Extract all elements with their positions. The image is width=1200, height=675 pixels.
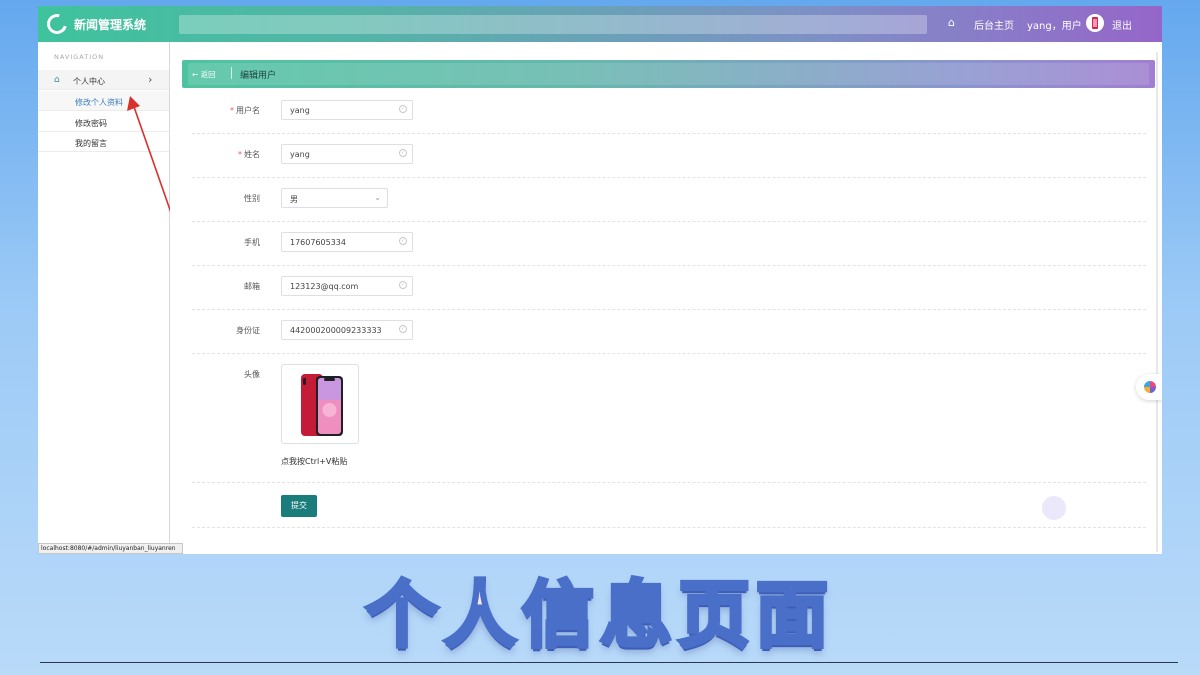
username-label: * 用户名 bbox=[230, 106, 260, 115]
header-search-bar[interactable] bbox=[179, 15, 927, 34]
phone-image-icon bbox=[301, 374, 343, 436]
app-window: 新闻管理系统 ⌂ 后台主页 yang，用户 退出 NAVIGATION ⌂ 个人… bbox=[38, 6, 1162, 554]
id-card-input[interactable]: 442000200009233333 ✓ bbox=[281, 320, 413, 340]
sidebar-group-personal-center[interactable]: ⌂ 个人中心 › bbox=[38, 70, 169, 90]
form-row-gender: 性别 男 ⌄ bbox=[192, 178, 1146, 222]
chevron-right-icon: › bbox=[148, 73, 153, 86]
email-label: 邮箱 bbox=[244, 282, 260, 291]
phone-input[interactable]: 17607605334 ✓ bbox=[281, 232, 413, 252]
id-card-label: 身份证 bbox=[236, 326, 260, 335]
avatar-upload[interactable] bbox=[281, 364, 359, 444]
check-circle-icon: ✓ bbox=[399, 325, 407, 333]
back-label: 返回 bbox=[200, 70, 216, 79]
name-input[interactable]: yang ✓ bbox=[281, 144, 413, 164]
status-bar-url: localhost:8080/#/admin/liuyanban_liuyanr… bbox=[38, 543, 183, 554]
main-content: ← 返回 编辑用户 *用户名 yang ✓ *姓名 yang ✓ 性别 男 bbox=[170, 42, 1162, 554]
username-input[interactable]: yang ✓ bbox=[281, 100, 413, 120]
home-icon[interactable]: ⌂ bbox=[948, 16, 955, 29]
sidebar: NAVIGATION ⌂ 个人中心 › 修改个人资料 修改密码 我的留言 bbox=[38, 42, 184, 554]
gender-value: 男 bbox=[290, 195, 298, 204]
user-greeting: yang，用户 bbox=[1027, 21, 1082, 32]
video-caption: 个人信息页面 bbox=[364, 571, 834, 659]
chevron-down-icon: ⌄ bbox=[374, 193, 381, 202]
sidebar-item-label: 我的留言 bbox=[75, 139, 107, 148]
page-title: 编辑用户 bbox=[240, 71, 277, 81]
gender-label: 性别 bbox=[244, 194, 260, 203]
form-row-email: 邮箱 123123@qq.com ✓ bbox=[192, 266, 1146, 310]
logo-icon bbox=[43, 10, 71, 38]
back-link[interactable]: ← 返回 bbox=[192, 69, 216, 80]
check-circle-icon: ✓ bbox=[399, 281, 407, 289]
phone-value: 17607605334 bbox=[290, 238, 346, 247]
phone-label: 手机 bbox=[244, 238, 260, 247]
email-input[interactable]: 123123@qq.com ✓ bbox=[281, 276, 413, 296]
check-circle-icon: ✓ bbox=[399, 105, 407, 113]
form-row-id-card: 身份证 442000200009233333 ✓ bbox=[192, 310, 1146, 354]
gender-select[interactable]: 男 ⌄ bbox=[281, 188, 388, 208]
breadcrumb-divider bbox=[231, 67, 232, 79]
sidebar-item-label: 修改密码 bbox=[75, 119, 107, 128]
user-avatar[interactable] bbox=[1086, 14, 1104, 32]
top-header: 新闻管理系统 ⌂ 后台主页 yang，用户 退出 bbox=[38, 6, 1162, 42]
app-title: 新闻管理系统 bbox=[74, 18, 147, 32]
submit-button[interactable]: 提交 bbox=[281, 495, 317, 517]
brain-icon bbox=[1144, 381, 1156, 393]
breadcrumb: ← 返回 编辑用户 bbox=[182, 60, 1155, 88]
logout-link[interactable]: 退出 bbox=[1112, 17, 1132, 32]
floating-tool-button[interactable] bbox=[1136, 374, 1162, 400]
username-label-text: 用户名 bbox=[236, 106, 260, 115]
caption-divider bbox=[40, 662, 1178, 663]
name-value: yang bbox=[290, 150, 310, 159]
form-row-submit: 提交 bbox=[192, 483, 1146, 528]
name-label: * 姓名 bbox=[238, 150, 260, 159]
id-card-value: 442000200009233333 bbox=[290, 326, 382, 335]
home-icon: ⌂ bbox=[54, 75, 60, 85]
form-row-phone: 手机 17607605334 ✓ bbox=[192, 222, 1146, 266]
avatar-label: 头像 bbox=[244, 370, 260, 379]
username-value: yang bbox=[290, 106, 310, 115]
check-circle-icon: ✓ bbox=[399, 237, 407, 245]
nav-heading: NAVIGATION bbox=[54, 53, 105, 61]
watermark-cat-icon bbox=[1042, 496, 1066, 520]
home-link[interactable]: 后台主页 bbox=[974, 17, 1014, 32]
check-circle-icon: ✓ bbox=[399, 149, 407, 157]
sidebar-group-label: 个人中心 bbox=[73, 77, 105, 86]
form-row-avatar: 头像 点我按Ctrl+V粘贴 bbox=[192, 354, 1146, 483]
form-row-username: * 用户名 yang ✓ bbox=[192, 90, 1146, 134]
form-row-name: * 姓名 yang ✓ bbox=[192, 134, 1146, 178]
sidebar-item-label: 修改个人资料 bbox=[75, 98, 123, 107]
breadcrumb-inner bbox=[188, 63, 1149, 85]
scrollbar[interactable] bbox=[1156, 52, 1158, 552]
avatar-paste-hint: 点我按Ctrl+V粘贴 bbox=[281, 457, 348, 466]
email-value: 123123@qq.com bbox=[290, 282, 359, 291]
name-label-text: 姓名 bbox=[244, 150, 260, 159]
